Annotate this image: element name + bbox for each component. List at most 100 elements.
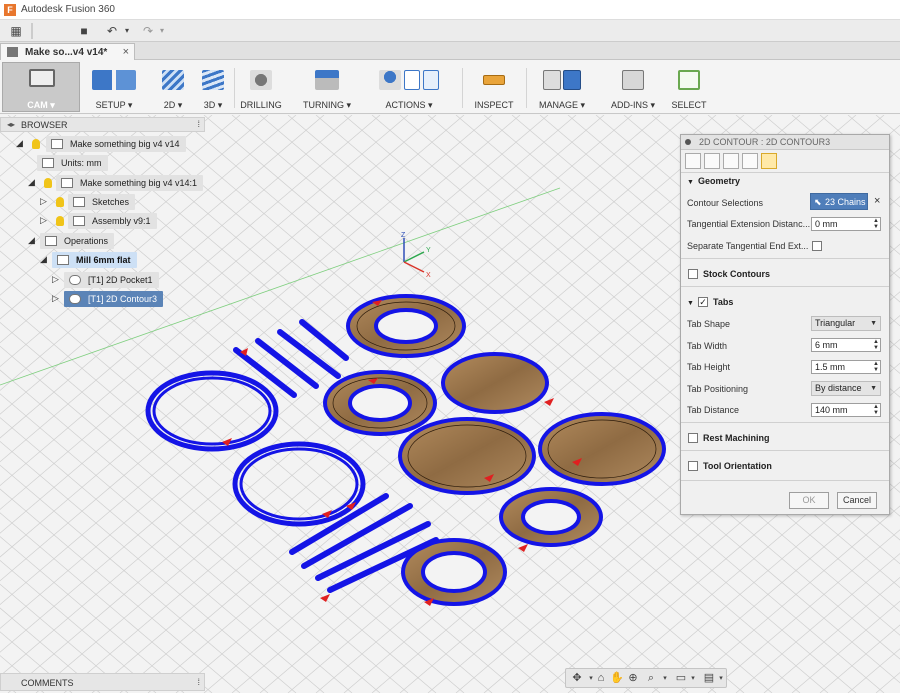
ring-middle[interactable] [323, 370, 437, 436]
ribbon-addins-group[interactable]: ADD-INS ▾ [604, 66, 662, 112]
redo-dropdown-icon[interactable]: ▾ [157, 23, 167, 39]
expand-arrow-icon[interactable]: ◢ [40, 254, 47, 265]
spinner-icon[interactable]: ▲ ▼ [873, 404, 879, 416]
display-dropdown-icon[interactable]: ▾ [686, 672, 700, 685]
contour-selections-button[interactable]: ⬉ 23 Chains [810, 193, 868, 210]
2d-icon [162, 70, 184, 90]
ring-top[interactable] [346, 294, 466, 358]
z-axis-label: Z [401, 232, 406, 239]
pin-icon[interactable]: ⁞ [197, 119, 200, 129]
ribbon-divider [234, 68, 235, 108]
visibility-bulb-icon[interactable] [44, 178, 52, 188]
divider [681, 172, 889, 173]
expand-arrow-icon[interactable]: ▷ [40, 215, 47, 226]
geometry-tab-icon[interactable] [704, 153, 720, 169]
workspace-switcher[interactable]: CAM ▾ [2, 62, 80, 112]
tree-item-label: Sketches [68, 194, 136, 210]
spinner-icon[interactable]: ▲ ▼ [873, 361, 879, 373]
visibility-bulb-icon[interactable] [56, 216, 64, 226]
heights-tab-icon[interactable] [723, 153, 739, 169]
ribbon-actions-group[interactable]: ACTIONS ▾ [362, 66, 456, 112]
browser-panel-header[interactable]: ◂▸ BROWSER ⁞ [0, 117, 205, 132]
passes-tab-icon[interactable] [742, 153, 758, 169]
tabs-checkbox[interactable]: ✓ [698, 297, 708, 307]
ring-small-right[interactable] [499, 487, 603, 547]
cam-workspace-icon [29, 69, 55, 87]
disc-center[interactable] [398, 417, 536, 495]
tab-height-input[interactable]: 1.5 mm ▲ ▼ [811, 360, 881, 374]
collapse-diamond-icon[interactable]: ◂▸ [7, 120, 15, 129]
orbit-icon[interactable]: ✥ [570, 672, 584, 685]
rest-machining-checkbox[interactable] [688, 433, 698, 443]
dialog-header[interactable]: 2D CONTOUR : 2D CONTOUR3 [681, 135, 889, 150]
spinner-icon[interactable]: ▲ ▼ [873, 339, 879, 351]
ribbon-setup-group[interactable]: SETUP ▾ [86, 66, 142, 112]
addins-icon [622, 70, 644, 90]
close-tab-icon[interactable]: × [123, 46, 129, 58]
cursor-icon: ⬉ [814, 197, 822, 207]
tab-positioning-select[interactable]: By distance ▼ [811, 381, 881, 396]
visibility-bulb-icon[interactable] [32, 139, 40, 149]
fusion-logo-icon: F [4, 4, 16, 16]
look-at-icon[interactable]: ⌂ [594, 672, 608, 685]
grid-dropdown-icon[interactable]: ▾ [714, 672, 728, 685]
actions-icon [379, 70, 402, 90]
ribbon-divider [526, 68, 527, 108]
linking-tab-icon[interactable] [761, 153, 777, 169]
save-icon[interactable]: ■ [76, 23, 92, 39]
undo-dropdown-icon[interactable]: ▾ [122, 23, 132, 39]
collapse-triangle-icon[interactable]: ▼ [687, 179, 694, 186]
ribbon-2d-group[interactable]: 2D ▾ [158, 66, 188, 112]
spinner-icon[interactable]: ▲ ▼ [873, 218, 879, 230]
geometry-section-header[interactable]: ▼ Geometry [687, 176, 740, 186]
ribbon-select-group[interactable]: SELECT [668, 66, 710, 112]
expand-arrow-icon[interactable]: ◢ [28, 177, 35, 188]
cancel-button[interactable]: Cancel [837, 492, 877, 509]
fit-dropdown-icon[interactable]: ▾ [658, 672, 672, 685]
toolbar-divider [31, 23, 33, 39]
ribbon-3d-group[interactable]: 3D ▾ [198, 66, 228, 112]
ribbon-turning-group[interactable]: TURNING ▾ [302, 66, 352, 112]
tool-library-icon [542, 70, 561, 90]
data-panel-grid-icon[interactable]: ▦ [8, 23, 24, 39]
visibility-bulb-icon[interactable] [56, 197, 64, 207]
dialog-status-icon [685, 139, 691, 145]
tool-orientation-checkbox[interactable] [688, 461, 698, 471]
tab-distance-input[interactable]: 140 mm ▲ ▼ [811, 403, 881, 417]
document-tab-label: Make so...v4 v14* [25, 47, 108, 58]
tab-shape-select[interactable]: Triangular ▼ [811, 316, 881, 331]
quick-access-toolbar: ▦ ■ ↶ ▾ ↷ ▾ [0, 20, 900, 42]
chevron-down-icon: ▼ [870, 320, 877, 327]
expand-arrow-icon[interactable]: ▷ [52, 274, 59, 285]
undo-icon[interactable]: ↶ [104, 23, 120, 39]
disc-top-right[interactable] [441, 352, 549, 414]
expand-arrow-icon[interactable]: ▷ [52, 293, 59, 304]
ribbon-inspect-group[interactable]: INSPECT [468, 66, 520, 112]
tabs-section-header[interactable]: ▼ [687, 297, 698, 307]
disc-right[interactable] [538, 412, 666, 486]
expand-arrow-icon[interactable]: ◢ [16, 138, 23, 149]
document-tab[interactable]: Make so...v4 v14* × [0, 43, 135, 60]
tree-item-label: Make something big v4 v14 [46, 136, 186, 152]
fit-icon[interactable]: ⌕ [644, 672, 658, 685]
stock-contours-checkbox[interactable] [688, 269, 698, 279]
ribbon-drilling-group[interactable]: DRILLING [240, 66, 282, 112]
expand-arrow-icon[interactable]: ◢ [28, 235, 35, 246]
ribbon-manage-group[interactable]: MANAGE ▾ [532, 66, 592, 112]
contour-dialog: 2D CONTOUR : 2D CONTOUR3 ▼ Geometry Conto… [680, 134, 890, 515]
pan-icon[interactable]: ✋ [610, 672, 624, 685]
ok-button[interactable]: OK [789, 492, 829, 509]
redo-icon[interactable]: ↷ [140, 23, 156, 39]
drilling-icon [250, 70, 272, 90]
divider [681, 480, 889, 481]
tab-width-input[interactable]: 6 mm ▲ ▼ [811, 338, 881, 352]
tangential-extension-input[interactable]: 0 mm ▲ ▼ [811, 217, 881, 231]
clear-selection-icon[interactable]: × [874, 195, 880, 207]
separate-tangential-checkbox[interactable] [812, 241, 822, 251]
collapse-triangle-icon[interactable]: ▼ [687, 300, 694, 307]
pin-icon[interactable]: ⁞ [197, 677, 200, 687]
tool-tab-icon[interactable] [685, 153, 701, 169]
zoom-icon[interactable]: ⊕ [626, 672, 640, 685]
comments-panel-header[interactable]: COMMENTS ⁞ [0, 673, 205, 691]
expand-arrow-icon[interactable]: ▷ [40, 196, 47, 207]
